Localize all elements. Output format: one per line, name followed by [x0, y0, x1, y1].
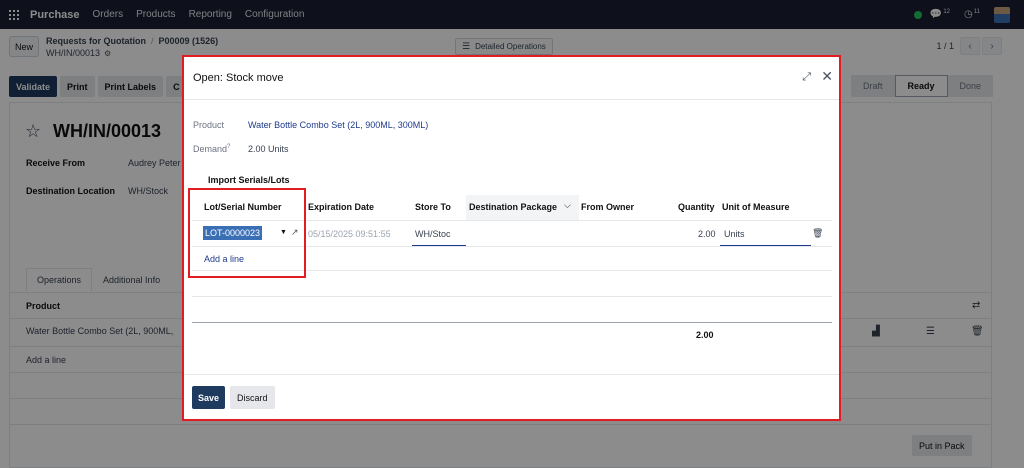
col-expiration-date[interactable]: Expiration Date	[308, 202, 374, 212]
save-button[interactable]: Save	[192, 386, 226, 409]
demand-label: Demand?	[193, 144, 231, 154]
demand-value: 2.00 Units	[248, 144, 289, 154]
dialog-header: Open: Stock move ⤢ ✕	[184, 57, 839, 100]
chevron-down-icon[interactable]: ⌵	[564, 200, 571, 211]
total-divider	[192, 322, 832, 323]
import-serials-lots-link[interactable]: Import Serials/Lots	[208, 175, 290, 185]
product-label: Product	[193, 120, 225, 130]
col-quantity[interactable]: Quantity	[678, 202, 715, 212]
trash-icon[interactable]: 🗑	[812, 228, 823, 239]
product-value[interactable]: Water Bottle Combo Set (2L, 900ML, 300ML…	[248, 120, 428, 130]
expand-icon[interactable]: ⤢	[802, 71, 811, 84]
store-to-input[interactable]: WH/Stoc	[415, 229, 451, 239]
expiration-date-cell[interactable]: 05/15/2025 09:51:55	[308, 229, 391, 239]
quantity-cell[interactable]: 2.00	[698, 229, 716, 239]
stock-move-dialog: Open: Stock move ⤢ ✕ Product Water Bottl…	[182, 55, 841, 421]
footer-divider	[184, 374, 839, 375]
dialog-title: Open: Stock move	[193, 72, 284, 84]
lot-column-highlight	[188, 188, 306, 278]
demand-help-icon[interactable]: ?	[227, 144, 230, 150]
col-from-owner[interactable]: From Owner	[581, 202, 634, 212]
row-divider	[192, 296, 832, 297]
col-unit-of-measure[interactable]: Unit of Measure	[722, 202, 790, 212]
quantity-total: 2.00	[696, 330, 714, 340]
close-icon[interactable]: ✕	[821, 68, 833, 85]
col-destination-package[interactable]: Destination Package	[469, 202, 557, 212]
uom-input[interactable]: Units	[724, 229, 745, 239]
discard-button[interactable]: Discard	[230, 386, 275, 409]
col-store-to[interactable]: Store To	[415, 202, 451, 212]
